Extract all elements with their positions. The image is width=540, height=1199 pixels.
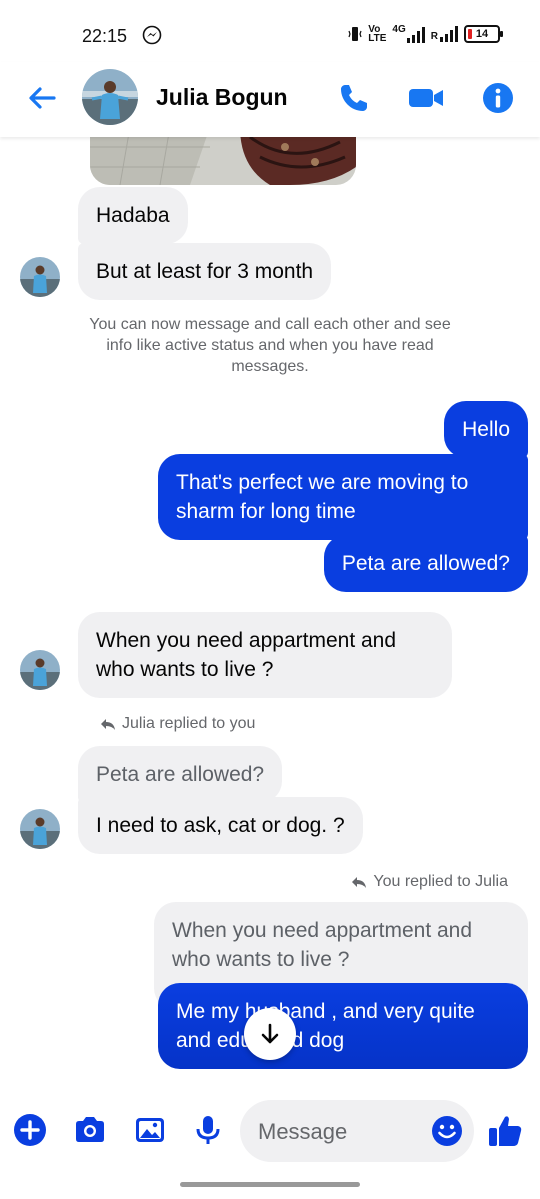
status-time: 22:15 [82,26,128,46]
home-indicator[interactable] [180,1182,360,1187]
contact-avatar[interactable] [82,69,138,125]
sender-avatar[interactable] [20,650,60,690]
shared-photo[interactable] [90,137,356,185]
gallery-icon[interactable] [132,1112,168,1148]
video-call-icon[interactable] [406,80,446,116]
camera-icon[interactable] [72,1112,108,1148]
thumbs-up-icon[interactable] [486,1112,524,1150]
info-icon[interactable] [480,80,516,116]
microphone-icon[interactable] [190,1112,226,1148]
reply-indicator: Julia replied to you [100,715,255,733]
message-bubble-outgoing[interactable]: Hello [444,401,528,458]
status-bar: 22:15 Vo LTE 4G R 14 [0,0,540,62]
contact-name[interactable]: Julia Bogun [156,84,288,111]
plus-icon[interactable] [12,1112,48,1148]
reply-arrow-icon [101,719,115,730]
quoted-message[interactable]: Peta are allowed? [78,746,283,803]
battery-icon: 14 [464,24,503,43]
reply-label-text: Julia replied to you [122,715,256,732]
arrow-down-icon [261,1023,279,1044]
emoji-icon[interactable] [430,1114,464,1148]
message-placeholder: Message [258,1119,348,1144]
scroll-to-bottom-button[interactable] [244,1008,296,1060]
message-bubble-incoming[interactable]: I need to ask, cat or dog. ? [78,797,363,854]
reply-arrow-icon [352,877,367,888]
reply-label-text: You replied to Julia [373,873,508,890]
messenger-notification-icon [142,25,162,45]
status-icons: Vo LTE 4G R 14 [348,24,503,44]
vibrate-icon [348,26,362,41]
message-bubble-incoming[interactable]: But at least for 3 month [78,243,332,300]
message-bubble-outgoing[interactable]: Me my husband , and very quite and educa… [158,983,528,1069]
reply-indicator: You replied to Julia [351,873,508,891]
sender-avatar[interactable] [20,809,60,849]
message-bubble-outgoing[interactable]: Peta are allowed? [323,535,528,592]
message-bubble-outgoing[interactable]: That's perfect we are moving to sharm fo… [158,454,528,540]
phone-call-icon[interactable] [336,80,372,116]
message-composer: Message [0,1092,540,1172]
sender-avatar[interactable] [20,257,60,297]
system-notice: You can now message and call each other … [89,316,451,375]
message-bubble-incoming[interactable]: When you need appartment and who wants t… [78,612,452,698]
message-input[interactable]: Message [240,1100,474,1162]
roaming-label: R [430,30,438,42]
signal-icon-2 [440,25,458,42]
battery-level: 14 [475,27,489,40]
lte-label: LTE [368,32,387,44]
4g-label: 4G [392,24,406,35]
message-bubble-incoming[interactable]: Hadaba [78,187,188,244]
conversation-header: Julia Bogun [0,62,540,137]
message-thread[interactable]: Hadaba But at least for 3 month You can … [0,137,540,1089]
signal-icon [406,27,425,43]
back-arrow-icon[interactable] [24,80,60,116]
